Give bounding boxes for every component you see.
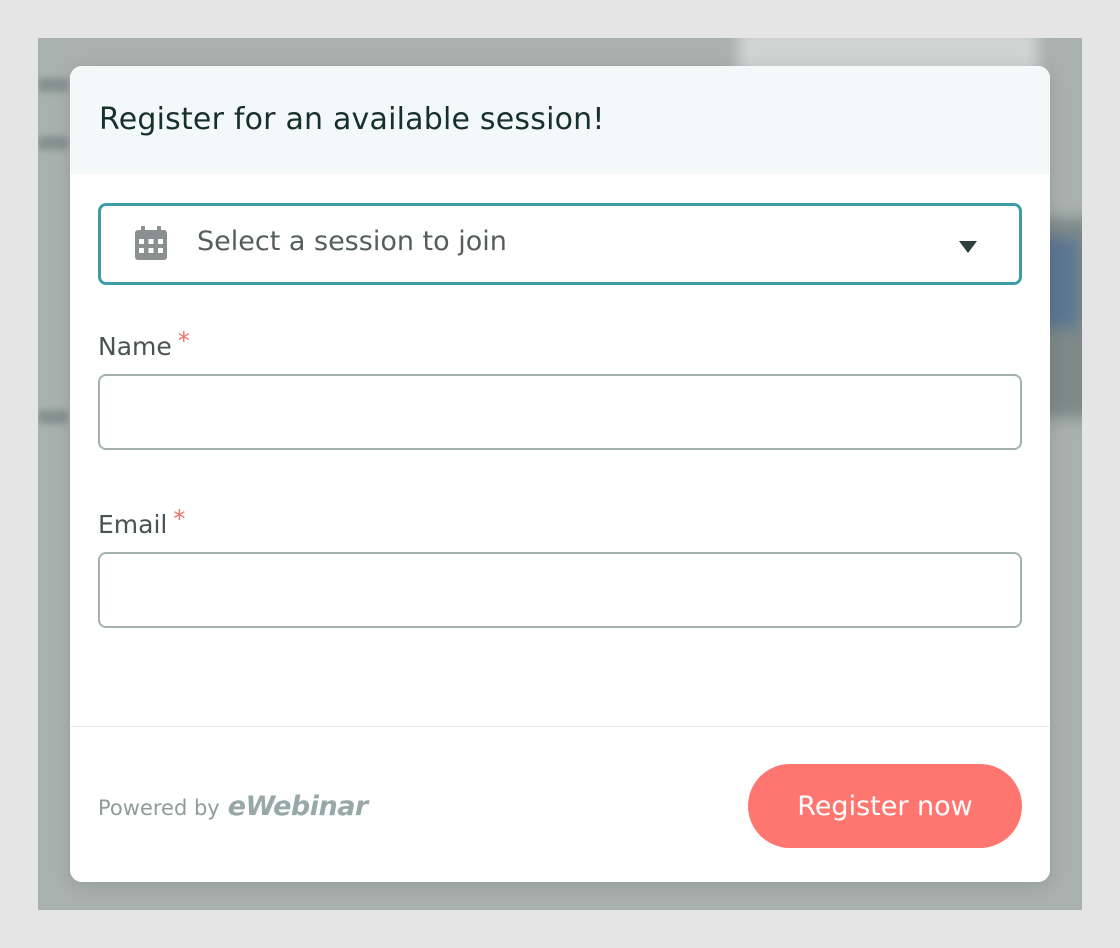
required-asterisk: * bbox=[173, 505, 186, 533]
registration-modal: Register for an available session! Selec… bbox=[70, 66, 1050, 882]
name-input[interactable] bbox=[98, 374, 1022, 450]
powered-by: Powered by eWebinar bbox=[98, 791, 368, 822]
calendar-icon bbox=[135, 226, 167, 260]
modal-title: Register for an available session! bbox=[99, 102, 605, 137]
email-label-text: Email bbox=[98, 510, 168, 539]
caret-down-icon bbox=[959, 241, 977, 253]
email-label: Email * bbox=[98, 505, 185, 540]
name-label-text: Name bbox=[98, 332, 172, 361]
name-label: Name * bbox=[98, 327, 190, 362]
ewebinar-logo: eWebinar bbox=[227, 791, 369, 822]
session-select-dropdown[interactable]: Select a session to join bbox=[98, 203, 1022, 285]
powered-by-text: Powered by bbox=[98, 796, 220, 820]
email-input[interactable] bbox=[98, 552, 1022, 628]
session-select-placeholder: Select a session to join bbox=[197, 226, 507, 257]
modal-footer: Powered by eWebinar Register now bbox=[70, 726, 1050, 882]
modal-header: Register for an available session! bbox=[70, 66, 1050, 174]
register-now-button[interactable]: Register now bbox=[748, 764, 1022, 848]
required-asterisk: * bbox=[177, 327, 190, 355]
